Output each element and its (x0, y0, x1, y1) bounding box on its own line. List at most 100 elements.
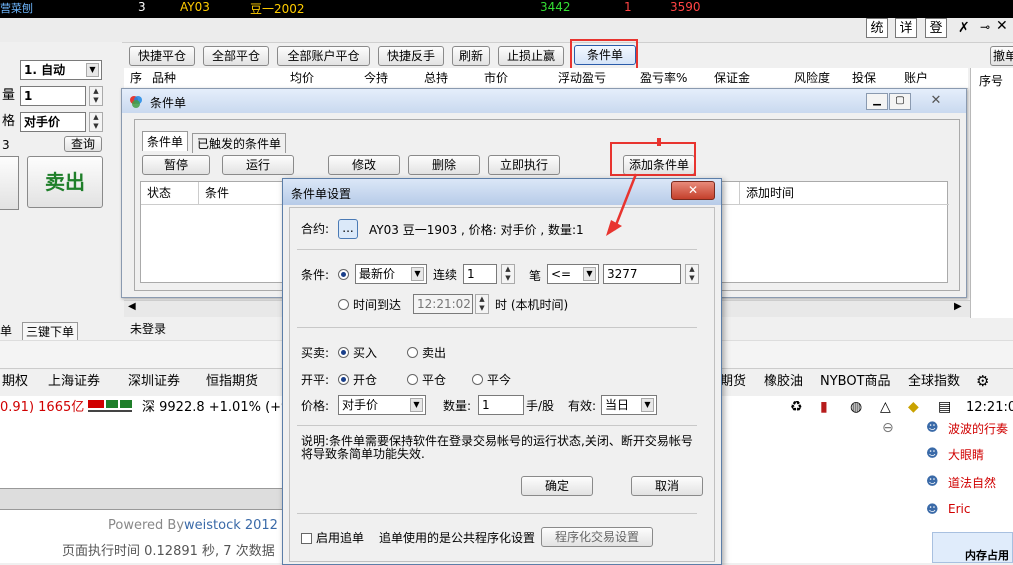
database-icon[interactable]: ▮ (820, 399, 828, 415)
time-arrive-label: 时间到达 (353, 298, 402, 312)
close-all-button[interactable]: 全部平仓 (203, 46, 269, 66)
conditional-order-settings-dialog: 条件单设置 ✕ 合约: ... AY03 豆一1903 , 价格: 对手价 , … (282, 178, 722, 565)
menu-options[interactable]: 期权 (2, 372, 28, 392)
col-account: 账户 (904, 71, 929, 85)
buy-radio[interactable] (338, 347, 349, 358)
tab-three-key-order[interactable]: 三键下单 (22, 322, 79, 341)
window-close-icon[interactable]: ✕ (918, 93, 954, 108)
globe-icon[interactable]: ◍ (850, 399, 862, 415)
cancel-order-button[interactable]: 撤单 (990, 46, 1013, 66)
quick-close-button[interactable]: 快捷平仓 (129, 46, 195, 66)
close-radio[interactable] (407, 374, 418, 385)
user-link-3[interactable]: 道法自然 (948, 474, 996, 491)
sell-button[interactable]: 卖出 (27, 156, 103, 208)
refresh-button[interactable]: 刷新 (452, 46, 490, 66)
continuous-spinner[interactable]: ▲ ▼ (501, 264, 515, 284)
chase-label: 启用追单 (316, 531, 365, 545)
valid-select[interactable]: 当日 ▼ (601, 395, 657, 415)
user-link-4[interactable]: Eric (948, 502, 970, 516)
pin-icon[interactable]: ⊸ (980, 20, 990, 34)
pause-button[interactable]: 暂停 (142, 155, 210, 175)
minimize-icon[interactable]: ▁ (866, 93, 888, 110)
tab-conditional-orders[interactable]: 条件单 (142, 131, 189, 151)
order-qty-input[interactable]: 1 (478, 395, 524, 415)
menu-rubber-oil[interactable]: 橡胶油 (764, 372, 803, 392)
continuous-input[interactable]: 1 (463, 264, 497, 284)
user-link-2[interactable]: 大眼睛 (948, 446, 984, 463)
collapse-icon[interactable]: ⊖ (882, 420, 894, 436)
price-type-select[interactable]: 最新价 ▼ (355, 264, 427, 284)
condition-price-radio[interactable] (338, 269, 349, 280)
notebook-icon[interactable]: ▤ (938, 399, 951, 415)
col-pnl-rate: 盈亏率% (640, 71, 688, 85)
menu-nybot[interactable]: NYBOT商品 (820, 372, 891, 392)
close-today-radio[interactable] (472, 374, 483, 385)
stop-loss-button[interactable]: 止损止赢 (498, 46, 564, 66)
col-market-price: 市价 (484, 71, 509, 85)
close-all-accounts-button[interactable]: 全部账户平仓 (277, 46, 370, 66)
order-mode-select[interactable]: 1. 自动 ▼ (20, 60, 102, 80)
run-button[interactable]: 运行 (222, 155, 294, 175)
app-logo-icon (129, 95, 143, 108)
dialog-cancel-button[interactable]: 取消 (631, 476, 703, 496)
time-input[interactable]: 12:21:02 (413, 294, 473, 314)
python-icon[interactable]: ♻ (790, 399, 803, 415)
threshold-input[interactable]: 3277 (603, 264, 681, 284)
xiang-button[interactable]: 详 (895, 18, 917, 38)
col-total-hold: 总持 (424, 71, 449, 85)
delete-button[interactable]: 删除 (408, 155, 480, 175)
order-price-select[interactable]: 对手价 ▼ (338, 395, 426, 415)
divider (297, 513, 697, 514)
threshold-spinner[interactable]: ▲ ▼ (685, 264, 699, 284)
execute-now-button[interactable]: 立即执行 (488, 155, 560, 175)
contract-info: AY03 豆一1903 , 价格: 对手价 , 数量:1 (369, 223, 584, 237)
price-spinner[interactable]: ▲ ▼ (89, 112, 103, 132)
menu-shanghai[interactable]: 上海证券 (48, 372, 100, 392)
tools-icon[interactable]: ✗ (958, 20, 970, 36)
right-col-header: 序号 (979, 74, 1004, 88)
menu-futures[interactable]: 期货 (720, 372, 746, 392)
modify-button[interactable]: 修改 (328, 155, 400, 175)
deng-button[interactable]: 登 (925, 18, 947, 38)
operator-select[interactable]: <= ▼ (547, 264, 599, 284)
user-link-1[interactable]: 波波的行奏 (948, 420, 1008, 437)
strip-left-label: 营菜刨 (0, 2, 33, 15)
scroll-left-icon[interactable]: ◀ (128, 301, 136, 312)
bell-icon[interactable]: △ (880, 399, 891, 415)
ok-button[interactable]: 确定 (521, 476, 593, 496)
user-avatar-icon: ☻ (926, 474, 939, 488)
condition-time-radio[interactable] (338, 299, 349, 310)
program-trading-settings-button[interactable]: 程序化交易设置 (541, 527, 653, 547)
time-spinner[interactable]: ▲ ▼ (475, 294, 489, 314)
sell-radio[interactable] (407, 347, 418, 358)
qty-input[interactable]: 1 (20, 86, 86, 106)
query-button[interactable]: 查询 (64, 136, 102, 152)
buy-button[interactable] (0, 156, 19, 210)
qty-spinner[interactable]: ▲ ▼ (89, 86, 103, 106)
price-input[interactable]: 对手价 (20, 112, 86, 132)
qty-label: 量 (2, 88, 16, 103)
quick-reverse-button[interactable]: 快捷反手 (378, 46, 444, 66)
order-price-label: 价格: (301, 399, 330, 413)
tab-triggered-orders[interactable]: 已触发的条件单 (192, 133, 287, 153)
ticket-icon[interactable]: ◆ (908, 399, 919, 415)
col-today-hold: 今持 (364, 71, 389, 85)
positions-table-header (124, 68, 968, 89)
powered-by-brand[interactable]: weistock 2012 (184, 518, 278, 533)
gear-icon[interactable]: ⚙ (976, 372, 989, 390)
chase-checkbox[interactable] (301, 533, 312, 544)
tab-order[interactable]: 单 (0, 322, 12, 339)
tong-button[interactable]: 统 (866, 18, 888, 38)
scroll-right-icon[interactable]: ▶ (954, 301, 962, 312)
open-radio[interactable] (338, 374, 349, 385)
user-avatar-icon: ☻ (926, 446, 939, 460)
menu-shenzhen[interactable]: 深圳证券 (128, 372, 180, 392)
mini-bar-chart (88, 400, 132, 412)
dialog-close-icon[interactable]: ✕ (671, 181, 715, 200)
annotation-arrow (606, 173, 638, 236)
menu-global-index[interactable]: 全球指数 (908, 372, 960, 392)
contract-picker-button[interactable]: ... (338, 219, 358, 239)
menu-hsi-futures[interactable]: 恒指期货 (206, 372, 258, 392)
close-icon[interactable]: ✕ (996, 18, 1008, 34)
maximize-icon[interactable]: ▢ (889, 93, 911, 110)
